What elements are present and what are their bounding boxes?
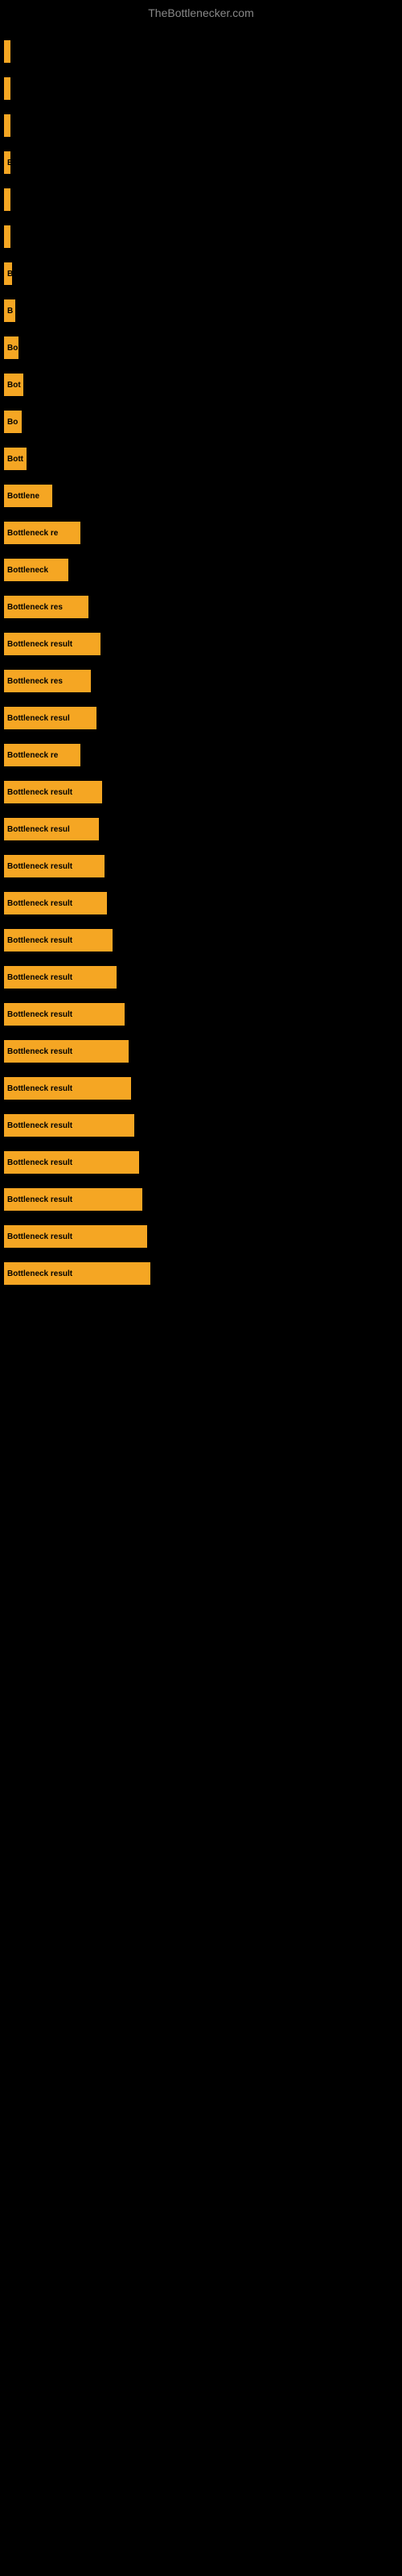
bar-row: Bottleneck result <box>4 997 398 1032</box>
bar-row <box>4 182 398 217</box>
bar-label: Bottleneck result <box>4 1077 131 1100</box>
bar-row: Bottleneck result <box>4 1256 398 1291</box>
bar-label: B <box>4 151 10 174</box>
bar-label: Bottleneck result <box>4 1188 142 1211</box>
bar-label: Bottleneck result <box>4 892 107 914</box>
bar-label: Bottleneck result <box>4 1151 139 1174</box>
bar-row: Bottleneck <box>4 552 398 588</box>
bar-label: Bottleneck res <box>4 670 91 692</box>
bar-label: Bottleneck res <box>4 596 88 618</box>
bar-row: B <box>4 145 398 180</box>
bar-label: Bottleneck result <box>4 633 100 655</box>
bar-label: Bo <box>4 336 18 359</box>
bar-label <box>4 225 10 248</box>
bar-row: Bottleneck result <box>4 1108 398 1143</box>
bar-label: Bottleneck re <box>4 522 80 544</box>
bar-row: Bot <box>4 367 398 402</box>
bar-label: Bottleneck resul <box>4 818 99 840</box>
bar-row: Bottleneck res <box>4 589 398 625</box>
bar-row: Bottleneck result <box>4 1145 398 1180</box>
bar-label: B <box>4 262 12 285</box>
bar-row <box>4 219 398 254</box>
bar-label <box>4 40 10 63</box>
bar-row: Bottleneck resul <box>4 700 398 736</box>
bar-row: Bott <box>4 441 398 477</box>
bar-label: Bottleneck result <box>4 929 113 952</box>
bar-label: Bottleneck result <box>4 1225 147 1248</box>
bar-label: Bottlene <box>4 485 52 507</box>
bar-row: Bo <box>4 330 398 365</box>
bar-label: Bottleneck result <box>4 1262 150 1285</box>
bar-row <box>4 34 398 69</box>
bar-label: Bottleneck result <box>4 1040 129 1063</box>
bar-row: Bottlene <box>4 478 398 514</box>
bar-label: B <box>4 299 15 322</box>
bar-row: B <box>4 293 398 328</box>
bar-row: Bottleneck result <box>4 1219 398 1254</box>
bar-label: Bott <box>4 448 27 470</box>
bar-row: Bottleneck result <box>4 960 398 995</box>
bar-label: Bottleneck resul <box>4 707 96 729</box>
bar-label: Bottleneck result <box>4 855 105 877</box>
bar-row: Bottleneck res <box>4 663 398 699</box>
bar-row: Bottleneck result <box>4 886 398 921</box>
bar-label <box>4 114 10 137</box>
bar-label: Bot <box>4 374 23 396</box>
bar-row <box>4 71 398 106</box>
bar-row: Bottleneck re <box>4 737 398 773</box>
bar-label: Bottleneck <box>4 559 68 581</box>
bar-row: Bottleneck result <box>4 1071 398 1106</box>
bar-row: Bottleneck result <box>4 1034 398 1069</box>
bar-row: Bo <box>4 404 398 440</box>
bar-label <box>4 77 10 100</box>
bar-row: Bottleneck result <box>4 923 398 958</box>
bar-row: Bottleneck re <box>4 515 398 551</box>
bar-label: Bottleneck result <box>4 1003 125 1026</box>
bar-label <box>4 188 10 211</box>
bars-container: BBBBoBotBoBottBottleneBottleneck reBottl… <box>0 26 402 1301</box>
site-title: TheBottlenecker.com <box>0 0 402 26</box>
bar-row: Bottleneck result <box>4 848 398 884</box>
bar-label: Bottleneck result <box>4 966 117 989</box>
bar-row: Bottleneck result <box>4 774 398 810</box>
bar-row: B <box>4 256 398 291</box>
bar-label: Bottleneck re <box>4 744 80 766</box>
bar-row: Bottleneck resul <box>4 811 398 847</box>
bar-row <box>4 108 398 143</box>
bar-row: Bottleneck result <box>4 1182 398 1217</box>
bar-label: Bottleneck result <box>4 1114 134 1137</box>
bar-label: Bottleneck result <box>4 781 102 803</box>
bar-row: Bottleneck result <box>4 626 398 662</box>
bar-label: Bo <box>4 411 22 433</box>
